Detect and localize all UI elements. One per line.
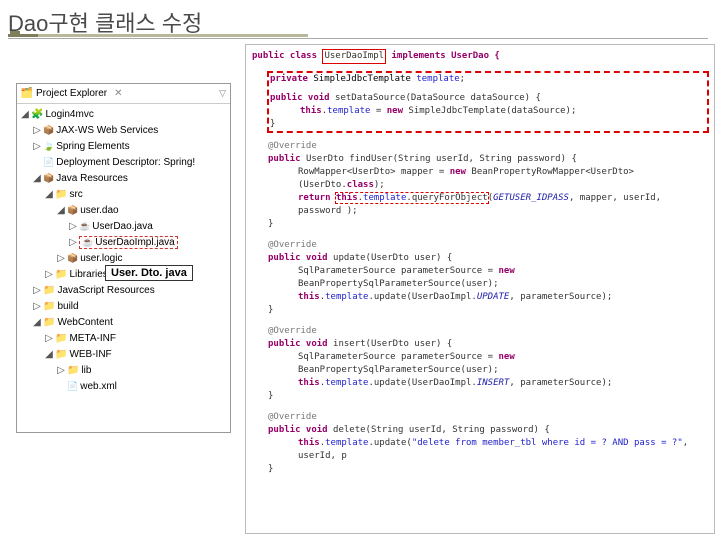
- code-annotation: @Override: [268, 411, 708, 424]
- code-line: this.template.update("delete from member…: [268, 437, 708, 463]
- title-accent: [8, 34, 308, 37]
- tree-item[interactable]: ◢src: [19, 186, 228, 202]
- tree-file-userdao[interactable]: ▷UserDao.java: [19, 218, 228, 234]
- code-block-highlight: private SimpleJdbcTemplate template; pub…: [268, 72, 708, 132]
- tree-item[interactable]: Deployment Descriptor: Spring!: [19, 154, 228, 170]
- explorer-icon: 🗂️: [21, 88, 33, 100]
- code-line: public void insert(UserDto user) {: [268, 338, 708, 351]
- close-tab-icon[interactable]: ✕: [114, 88, 122, 99]
- code-line: }: [268, 218, 708, 231]
- view-menu-icon[interactable]: ▽: [219, 88, 226, 99]
- tree-item[interactable]: ◢WebContent: [19, 314, 228, 330]
- code-line: public void setDataSource(DataSource dat…: [270, 92, 706, 105]
- tree-item[interactable]: ◢WEB-INF: [19, 346, 228, 362]
- tree-project[interactable]: ◢Login4mvc: [19, 106, 228, 122]
- tree-item[interactable]: ▷lib: [19, 362, 228, 378]
- code-block: @Override public UserDto findUser(String…: [268, 140, 708, 231]
- project-explorer-panel: 🗂️ Project Explorer ✕ ▽ ◢Login4mvc ▷JAX-…: [16, 83, 231, 433]
- code-annotation: @Override: [268, 140, 708, 153]
- code-line: }: [268, 463, 708, 476]
- code-line: SqlParameterSource parameterSource = new…: [268, 351, 708, 377]
- tree-item[interactable]: ▷user.logic: [19, 250, 228, 266]
- code-line: }: [268, 390, 708, 403]
- tree-file-userdaoimpl[interactable]: ▷UserDaoImpl.java: [19, 234, 228, 250]
- tree-item[interactable]: ◢Java Resources: [19, 170, 228, 186]
- tree-item[interactable]: ▷META-INF: [19, 330, 228, 346]
- code-line: public UserDto findUser(String userId, S…: [268, 153, 708, 166]
- code-line: public class UserDaoImpl implements User…: [252, 49, 708, 64]
- project-explorer-tree: ◢Login4mvc ▷JAX-WS Web Services ▷Spring …: [17, 104, 230, 396]
- code-line: public void delete(String userId, String…: [268, 424, 708, 437]
- code-line: RowMapper<UserDto> mapper = new BeanProp…: [268, 166, 708, 192]
- code-editor[interactable]: public class UserDaoImpl implements User…: [245, 44, 715, 534]
- code-line: public void update(UserDto user) {: [268, 252, 708, 265]
- highlight-label: User. Dto. java: [105, 265, 193, 281]
- tree-file-webxml[interactable]: web.xml: [19, 378, 228, 394]
- tree-item[interactable]: ▷JAX-WS Web Services: [19, 122, 228, 138]
- project-explorer-header: 🗂️ Project Explorer ✕ ▽: [17, 84, 230, 104]
- title-underline: [8, 38, 708, 39]
- code-line: return this.template.queryForObject(GETU…: [268, 192, 708, 218]
- project-explorer-label: Project Explorer: [36, 88, 107, 99]
- code-line: }: [270, 118, 706, 131]
- code-block: @Override public void delete(String user…: [268, 411, 708, 476]
- code-line: }: [268, 304, 708, 317]
- code-annotation: @Override: [268, 239, 708, 252]
- tree-item[interactable]: ▷Spring Elements: [19, 138, 228, 154]
- code-annotation: @Override: [268, 325, 708, 338]
- code-block: @Override public void insert(UserDto use…: [268, 325, 708, 403]
- code-line: this.template.update(UserDaoImpl.INSERT,…: [268, 377, 708, 390]
- code-line: private SimpleJdbcTemplate template;: [270, 73, 706, 86]
- code-line: SqlParameterSource parameterSource = new…: [268, 265, 708, 291]
- tree-item[interactable]: ▷build: [19, 298, 228, 314]
- tree-item[interactable]: ▷JavaScript Resources: [19, 282, 228, 298]
- code-line: this.template.update(UserDaoImpl.UPDATE,…: [268, 291, 708, 304]
- code-block: @Override public void update(UserDto use…: [268, 239, 708, 317]
- code-line: this.template = new SimpleJdbcTemplate(d…: [270, 105, 706, 118]
- tree-item[interactable]: ◢user.dao: [19, 202, 228, 218]
